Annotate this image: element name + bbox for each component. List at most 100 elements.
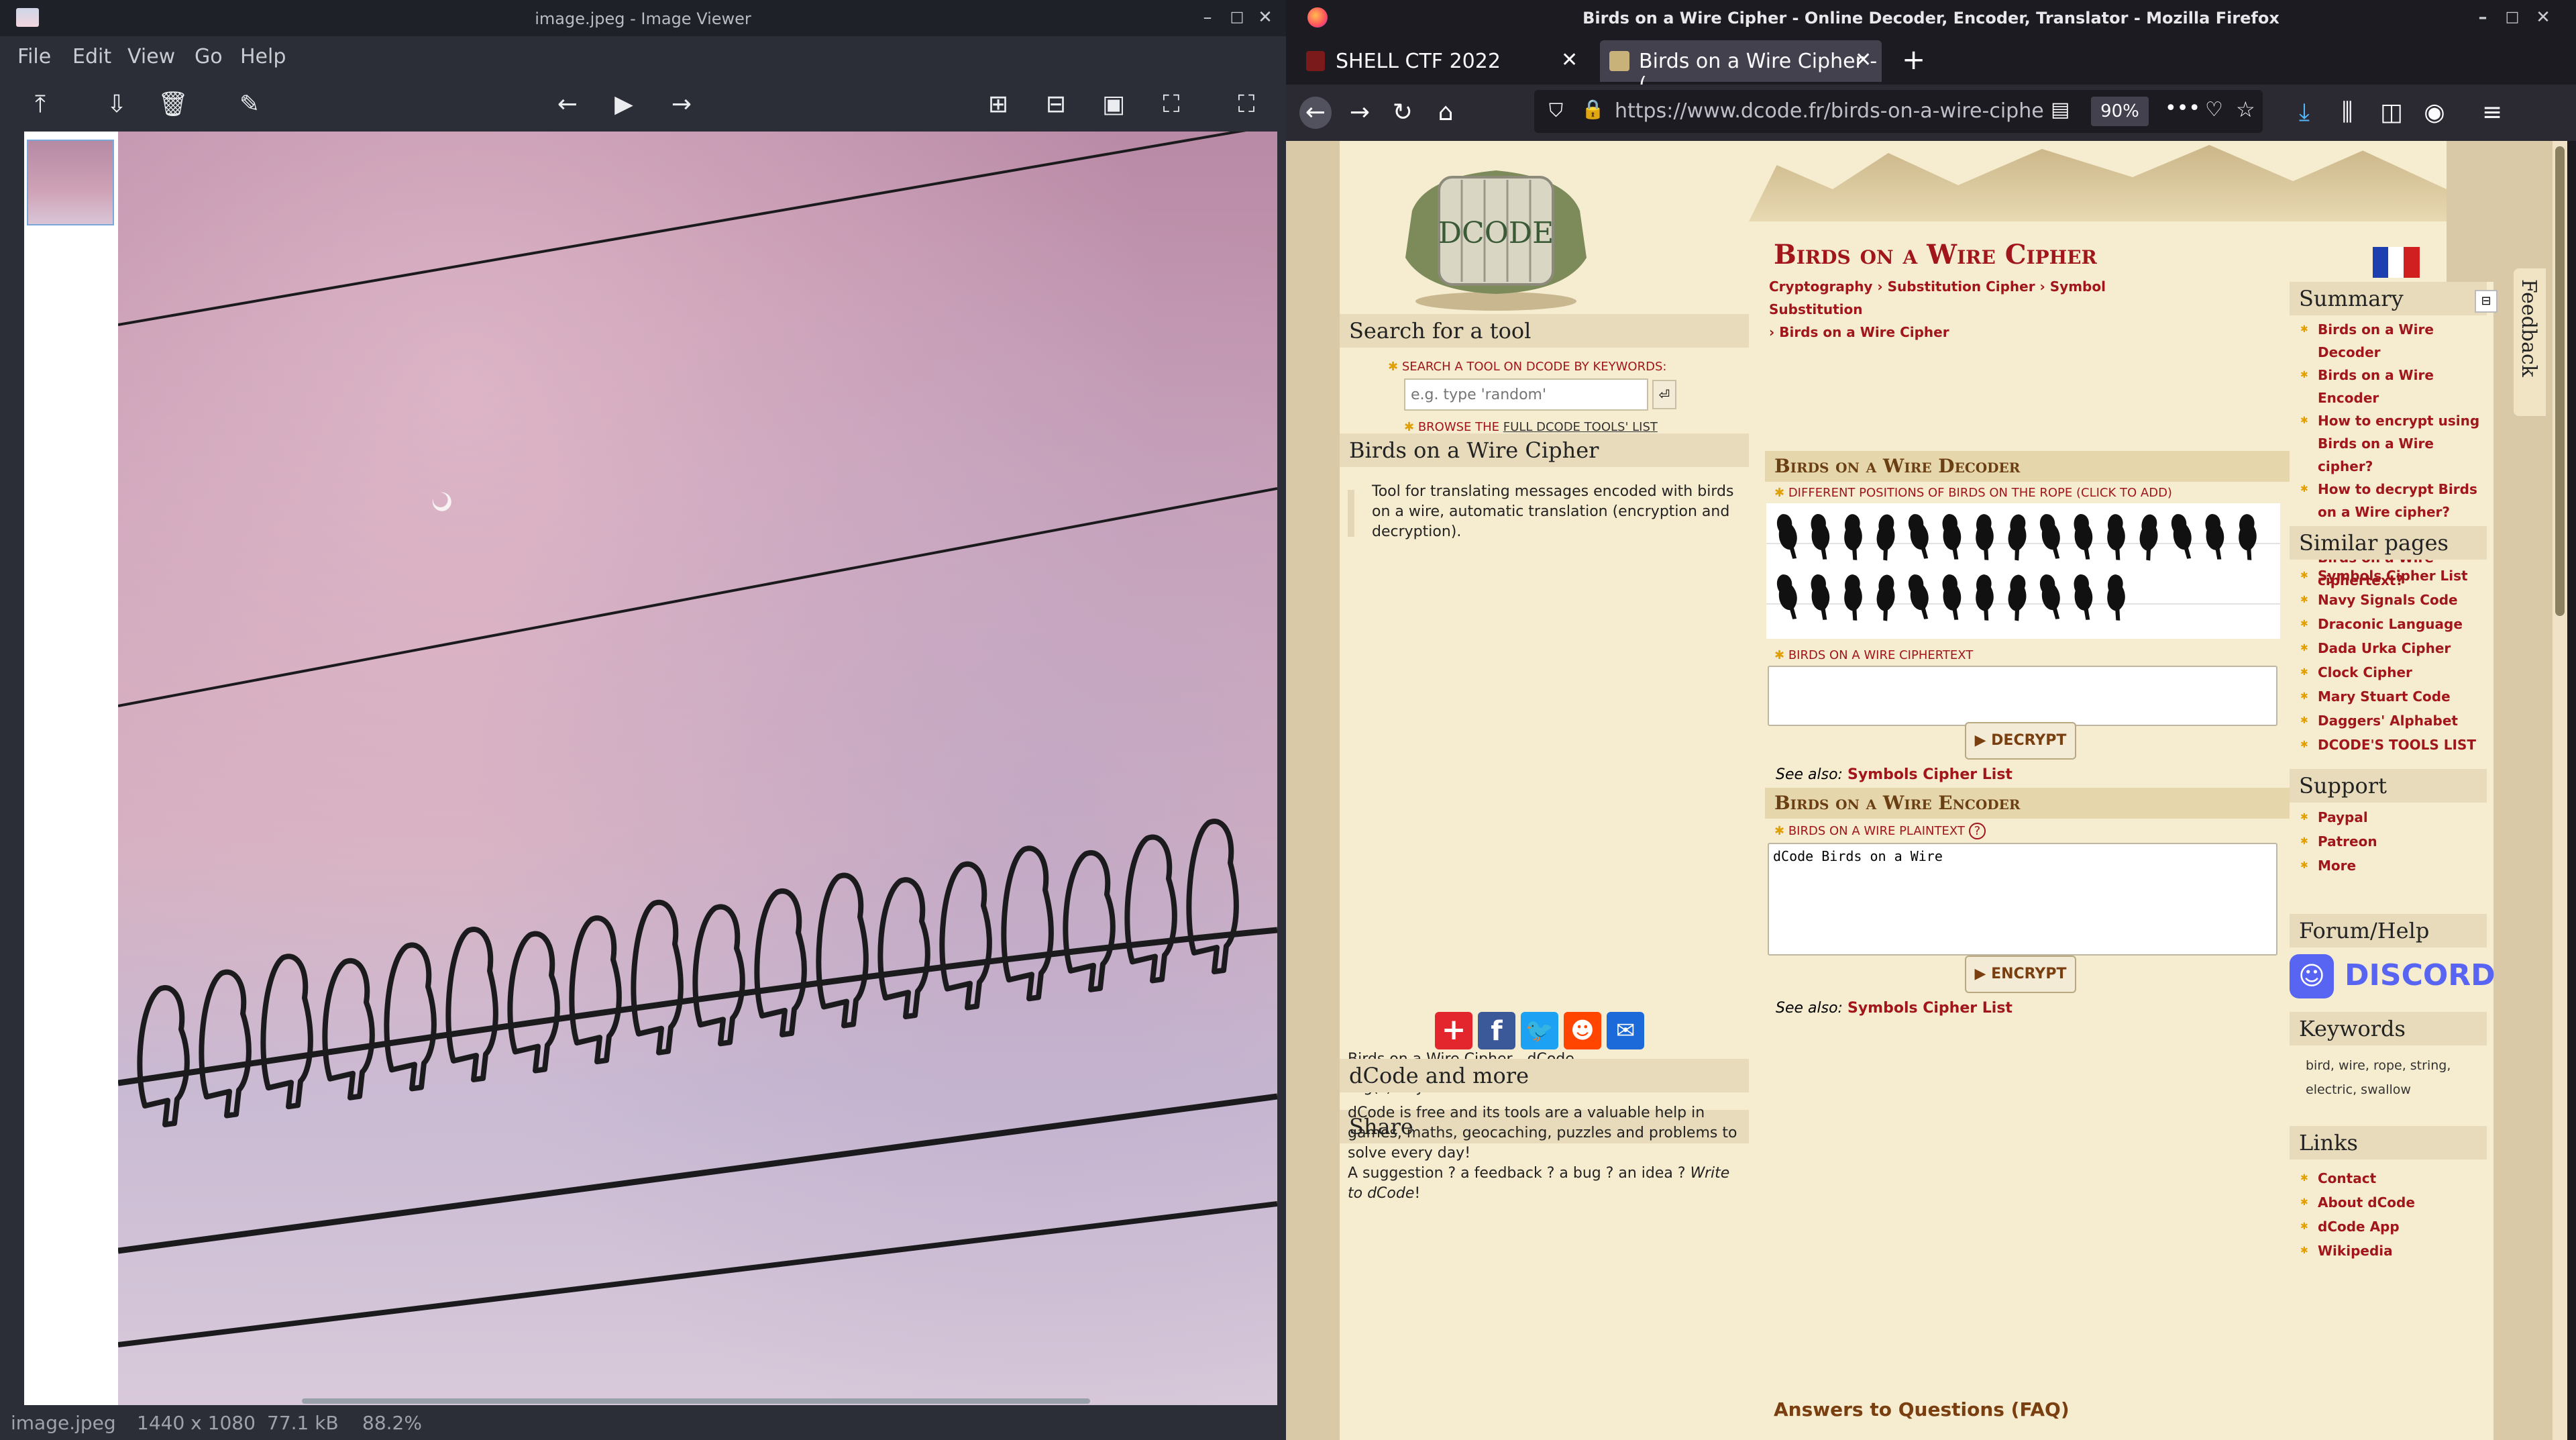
minimize-icon[interactable]: – [1197,7,1218,28]
bookmark-star-icon[interactable]: ☆ [2236,97,2255,122]
page-scroll-thumb[interactable] [2555,146,2565,616]
similar-page-item[interactable]: Navy Signals Code [2290,588,2491,612]
downloads-icon[interactable]: ⤓ [2288,97,2320,129]
link-item[interactable]: Contact [2290,1166,2491,1190]
share-addthis-icon[interactable]: + [1435,1012,1472,1049]
full-tools-list-link[interactable]: FULL DCODE TOOLS' LIST [1503,420,1658,434]
link-item[interactable]: dCode App [2290,1215,2491,1239]
bird-symbol[interactable] [1907,573,1931,621]
bird-symbol[interactable] [1942,513,1962,560]
plaintext-field[interactable]: dCode Birds on a Wire [1768,843,2277,956]
symbols-cipher-list-link[interactable]: Symbols Cipher List [1847,766,2012,783]
forward-icon[interactable]: → [665,89,698,121]
similar-page-item[interactable]: Symbols Cipher List [2290,564,2491,588]
discord-link[interactable]: DISCORD [2345,958,2496,992]
image-viewer-vscroll[interactable] [1277,132,1286,1405]
play-icon[interactable]: ▶ [608,89,640,121]
bird-symbol[interactable] [1907,513,1931,560]
summary-item[interactable]: How to decrypt Birds on a Wire cipher? [2290,478,2491,523]
menu-icon[interactable]: ≡ [2476,97,2508,129]
share-twitter-icon[interactable]: 🐦 [1521,1012,1558,1049]
bird-symbol[interactable] [2074,574,2093,620]
decrypt-button[interactable]: ▶ DECRYPT [1965,722,2076,760]
bird-positions-grid[interactable] [1766,503,2280,639]
delete-icon[interactable]: 🗑 [157,89,189,121]
menu-edit[interactable]: Edit [72,45,111,68]
link-item[interactable]: About dCode [2290,1190,2491,1215]
link-item[interactable]: Wikipedia [2290,1239,2491,1263]
similar-page-item[interactable]: Daggers' Alphabet [2290,709,2491,733]
menu-file[interactable]: File [17,45,51,68]
tab-close-icon[interactable]: ✕ [1855,48,1872,72]
zoom-out-icon[interactable]: ⊟ [1040,89,1072,121]
maximize-icon[interactable]: □ [1226,7,1248,28]
similar-page-item[interactable]: Clock Cipher [2290,660,2491,684]
image-thumbnail[interactable] [27,140,114,225]
bird-symbol[interactable] [1842,574,1864,621]
similar-page-item[interactable]: Draconic Language [2290,612,2491,636]
bird-symbol[interactable] [1942,574,1962,620]
summary-item[interactable]: Birds on a Wire Decoder [2290,318,2491,364]
summary-item[interactable]: How to encrypt using Birds on a Wire cip… [2290,409,2491,478]
reload-icon[interactable]: ↻ [1387,97,1419,129]
support-item[interactable]: Patreon [2290,829,2491,854]
summary-toggle-icon[interactable]: ⊟ [2475,290,2498,313]
zoom-level[interactable]: 90% [2091,97,2149,126]
bird-symbol[interactable] [2039,513,2063,560]
breadcrumb-substitution[interactable]: Substitution Cipher [1888,278,2035,295]
tab-dcode[interactable]: Birds on a Wire Cipher - ( ✕ [1600,40,1882,97]
tab-close-icon[interactable]: ✕ [1561,48,1578,72]
back-icon[interactable]: ← [551,89,584,121]
bird-symbol[interactable] [1974,574,1995,621]
close-icon[interactable]: ✕ [1254,7,1276,28]
bird-symbol[interactable] [1873,574,1898,622]
search-input[interactable] [1404,378,1648,411]
sidebar-icon[interactable]: ◫ [2375,97,2408,129]
url-text[interactable]: https://www.dcode.fr/birds-on-a-wire-cip… [1615,99,2044,123]
ff-minimize-icon[interactable]: – [2472,7,2493,28]
bird-symbol[interactable] [2237,513,2258,560]
bird-symbol[interactable] [1776,573,1800,621]
similar-page-item[interactable]: DCODE'S TOOLS LIST [2290,733,2491,757]
bird-symbol[interactable] [2105,513,2127,560]
ff-maximize-icon[interactable]: □ [2502,7,2523,28]
ff-close-icon[interactable]: ✕ [2532,7,2554,28]
back-icon[interactable]: ← [1299,97,1332,129]
discord-icon[interactable]: ☺ [2290,954,2334,998]
actual-size-icon[interactable]: ▣ [1097,89,1130,121]
bird-symbol[interactable] [2136,513,2161,562]
share-reddit-icon[interactable]: ☻ [1564,1012,1601,1049]
library-icon[interactable]: ⫼ [2331,97,2363,129]
similar-page-item[interactable]: Mary Stuart Code [2290,684,2491,709]
symbols-cipher-list-link[interactable]: Symbols Cipher List [1847,1000,2012,1017]
fit-icon[interactable]: ⛶ [1155,89,1187,121]
bird-symbol[interactable] [1811,513,1830,560]
zoom-in-icon[interactable]: ⊞ [982,89,1014,121]
share-email-icon[interactable]: ✉ [1607,1012,1644,1049]
bird-symbol[interactable] [1974,513,1995,560]
edit-icon[interactable]: ✎ [233,89,266,121]
home-icon[interactable]: ⌂ [1430,97,1462,129]
bird-symbol[interactable] [2004,513,2030,562]
menu-go[interactable]: Go [195,45,223,68]
search-submit-icon[interactable]: ⏎ [1652,380,1676,409]
account-icon[interactable]: ◉ [2418,97,2451,129]
new-tab-icon[interactable]: + [1902,46,1925,74]
shield-icon[interactable]: ⛉ [1549,99,1563,122]
pocket-icon[interactable]: ♡ [2205,98,2223,121]
menu-help[interactable]: Help [240,45,286,68]
reader-view-icon[interactable]: ▤ [2051,98,2070,121]
similar-page-item[interactable]: Dada Urka Cipher [2290,636,2491,660]
image-viewer-hscroll[interactable] [302,1398,1090,1404]
bird-symbol[interactable] [2004,574,2030,622]
bird-symbol[interactable] [1842,513,1864,560]
bird-symbol[interactable] [1811,574,1830,620]
bird-symbol[interactable] [2039,573,2063,621]
lock-icon[interactable]: 🔒 [1581,98,1605,120]
page-actions-icon[interactable]: ••• [2165,97,2200,120]
bird-symbol[interactable] [1873,513,1898,562]
bird-symbol[interactable] [2074,513,2093,560]
breadcrumb-birds[interactable]: Birds on a Wire Cipher [1779,324,1949,340]
bird-symbol[interactable] [1776,513,1800,560]
breadcrumb-cryptography[interactable]: Cryptography [1769,278,1872,295]
